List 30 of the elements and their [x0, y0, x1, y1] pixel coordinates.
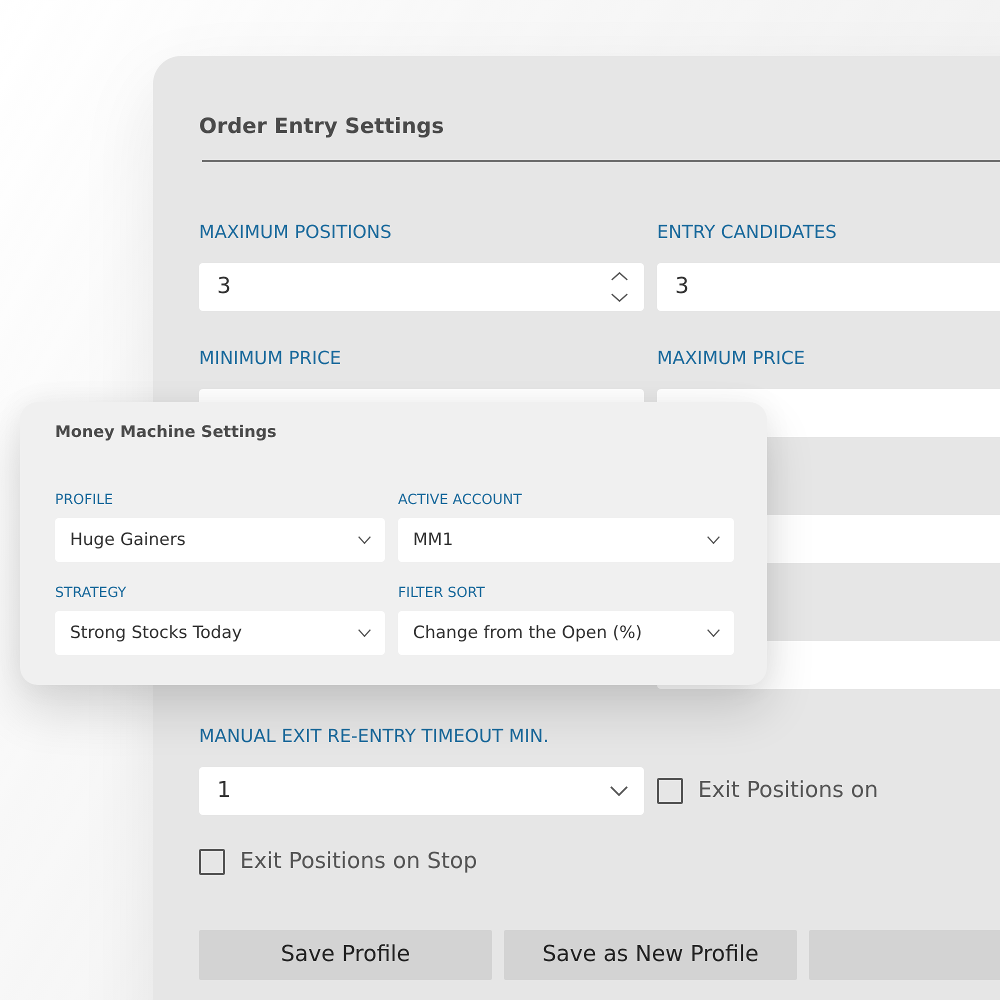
chevron-down-icon[interactable]	[707, 629, 720, 637]
checkbox-label: Exit Positions on	[698, 776, 878, 804]
chevron-down-icon[interactable]	[707, 536, 720, 544]
checkbox[interactable]	[657, 778, 683, 804]
field-label: MAXIMUM POSITIONS	[199, 222, 392, 244]
dropdown-field[interactable]: MM1	[398, 518, 734, 562]
save-button[interactable]: Save as New Profile	[504, 930, 797, 980]
chevron-up-down-icon[interactable]	[611, 272, 628, 302]
dialog-title: Money Machine Settings	[55, 422, 277, 442]
field-label: MINIMUM PRICE	[199, 348, 342, 370]
number-field[interactable]: 3	[199, 262, 644, 310]
save-button[interactable]: Save Profile	[199, 930, 492, 980]
checkbox[interactable]	[199, 848, 225, 874]
field-label: MAXIMUM PRICE	[657, 348, 806, 370]
field-label: ENTRY CANDIDATES	[657, 222, 837, 244]
dropdown-field[interactable]: Huge Gainers	[55, 518, 385, 562]
checkbox-label: Exit Positions on Stop	[240, 848, 478, 876]
field-label: ACTIVE ACCOUNT	[398, 492, 522, 509]
chevron-down-icon[interactable]	[610, 786, 628, 796]
field-label: MANUAL EXIT RE-ENTRY TIMEOUT MIN.	[199, 726, 549, 748]
field-label: PROFILE	[55, 492, 114, 509]
chevron-down-icon[interactable]	[358, 629, 371, 637]
dropdown-field[interactable]: 1	[199, 766, 644, 814]
chevron-down-icon[interactable]	[358, 536, 371, 544]
panel-title: Order Entry Settings	[199, 113, 444, 139]
input-field[interactable]: 3	[657, 262, 1000, 310]
dropdown-field[interactable]: Change from the Open (%)	[398, 611, 734, 655]
field-label: STRATEGY	[55, 585, 126, 602]
field-label: FILTER SORT	[398, 585, 485, 602]
dropdown-field[interactable]: Strong Stocks Today	[55, 611, 385, 655]
